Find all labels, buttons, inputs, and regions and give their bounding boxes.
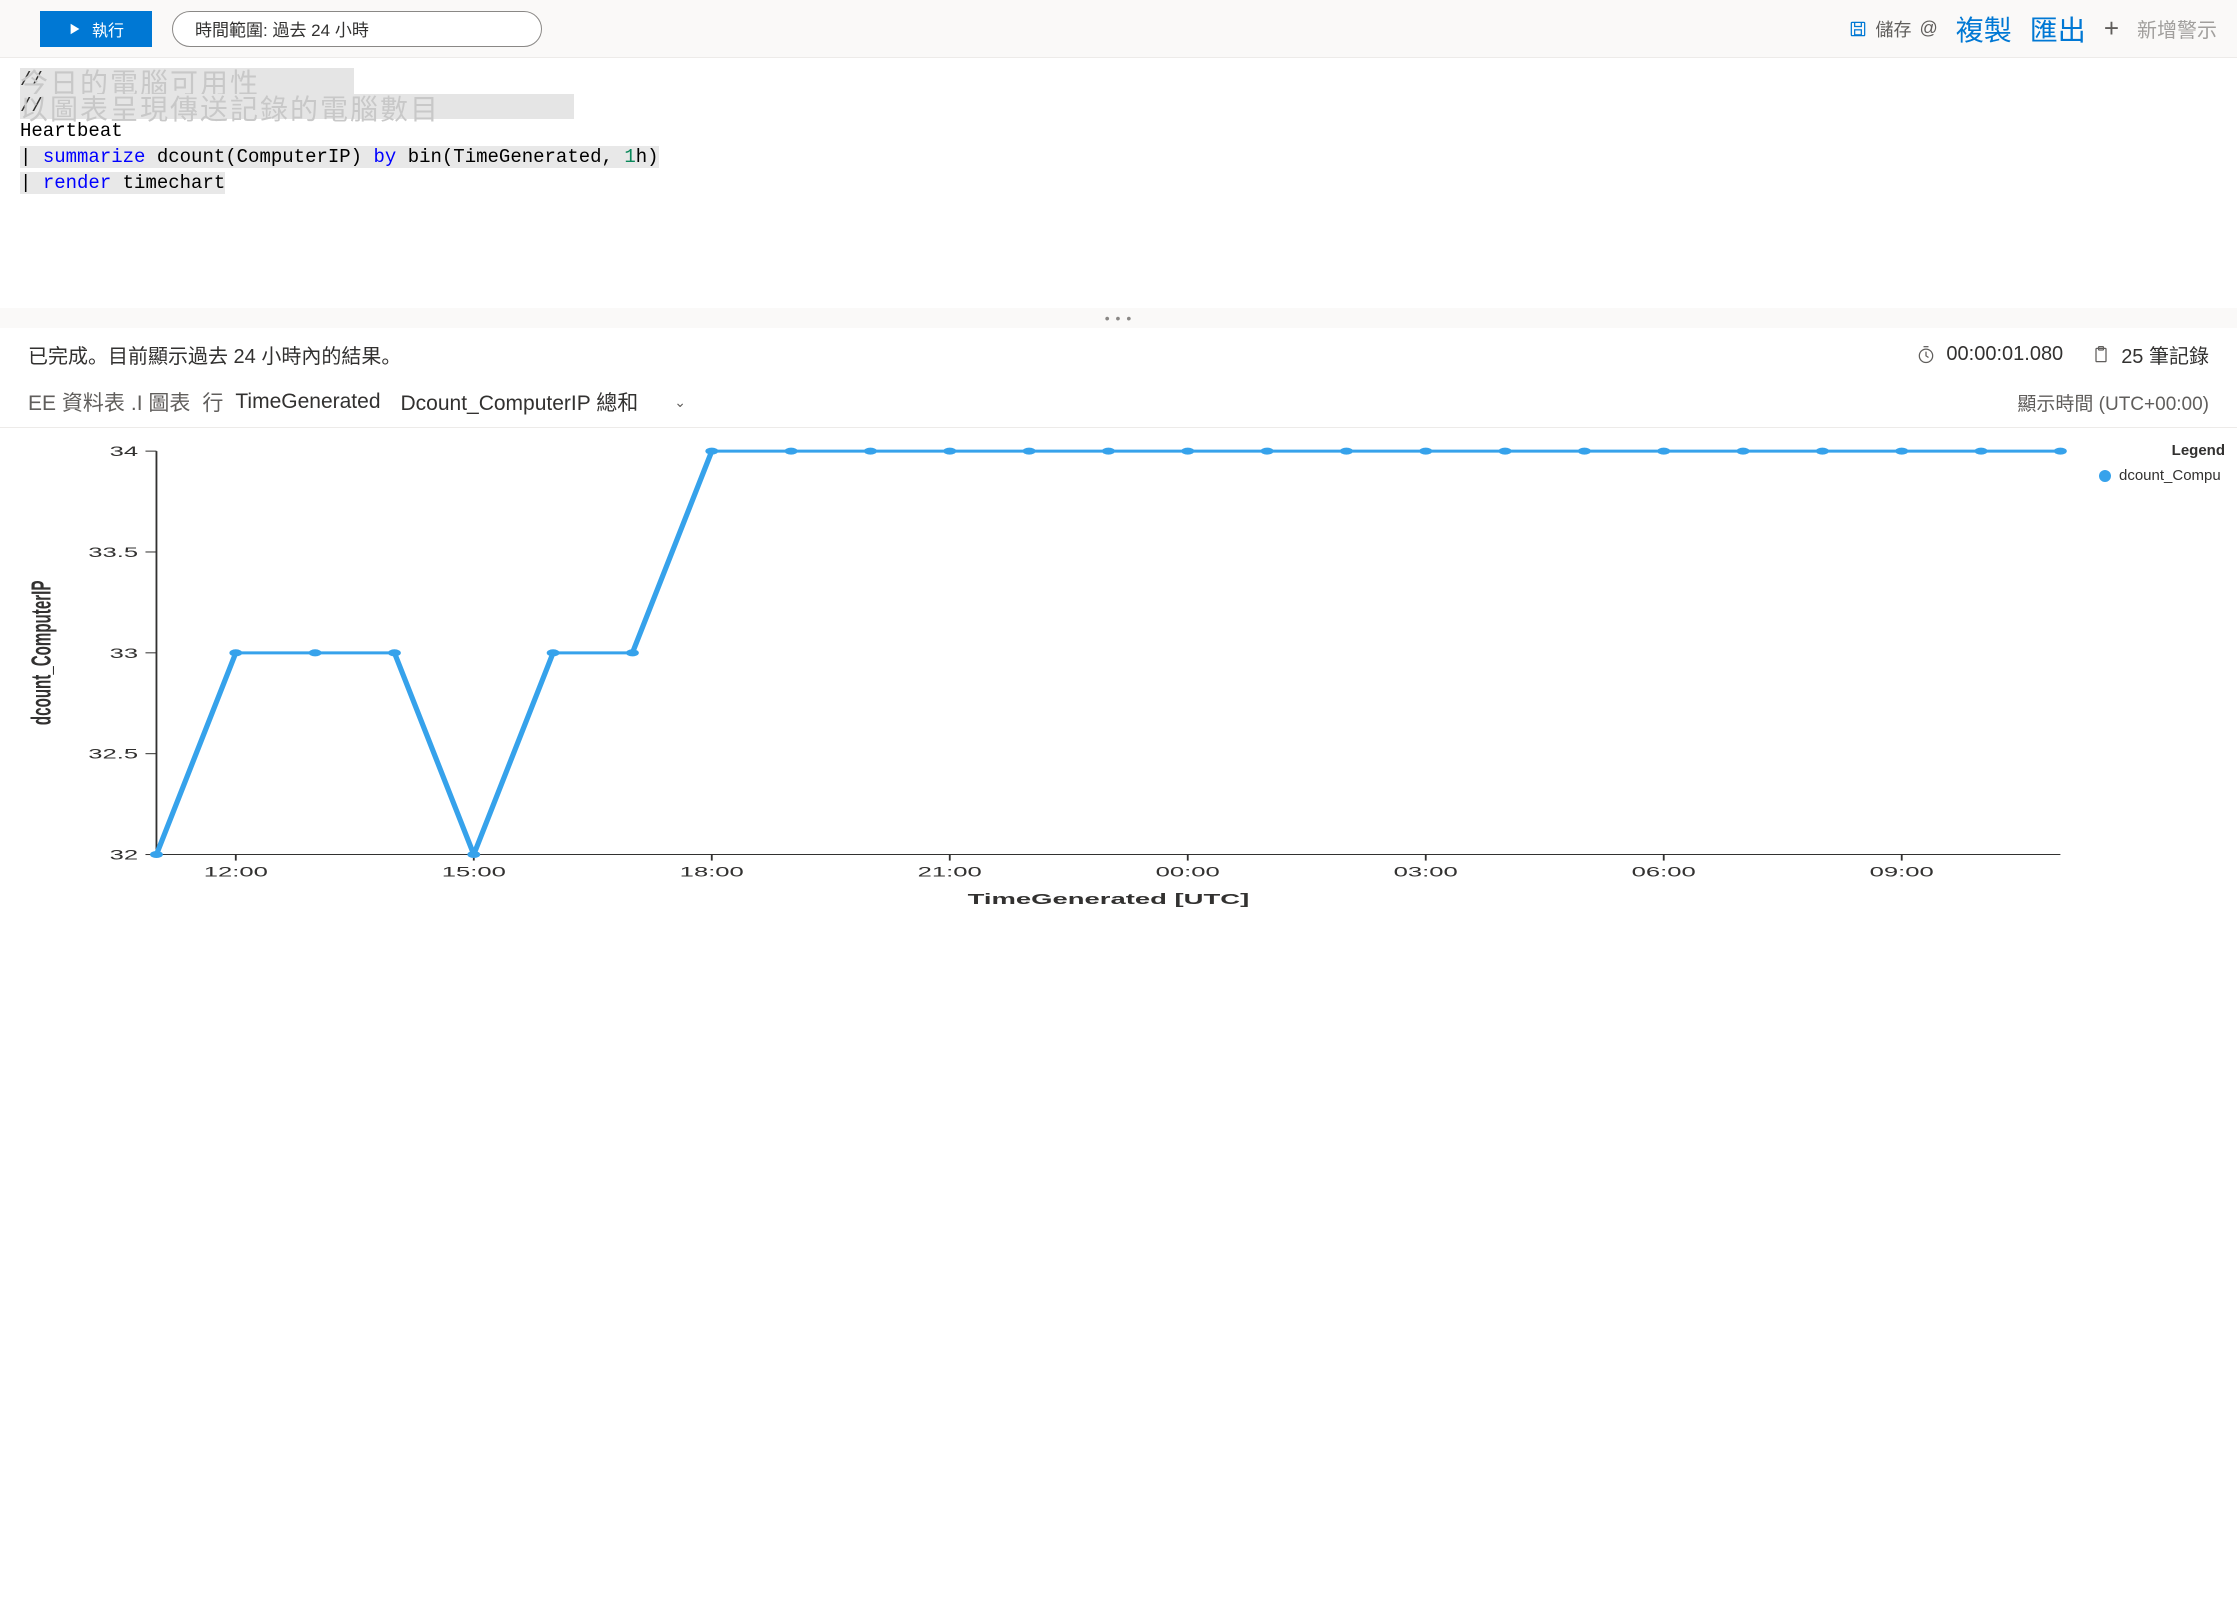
svg-text:34: 34 [110,444,139,460]
chart-area: 32 32.5 33 33.5 34 12:00 15:00 18:00 21:00 00:00 0… [0,428,2237,918]
results-status-bar: 已完成。目前顯示過去 24 小時內的結果。 00:00:01.080 25 筆記… [0,328,2237,381]
svg-text:06:00: 06:00 [1632,864,1696,880]
clipboard-icon [2091,345,2111,365]
timezone-label[interactable]: 顯示時間 (UTC+00:00) [2017,389,2209,416]
time-range-text: 時間範圍: 過去 24 小時 [195,16,369,41]
copy-button[interactable]: 複製 [1956,9,2012,49]
record-count: 25 筆記錄 [2091,340,2209,369]
query-toolbar: 執行 時間範圍: 過去 24 小時 儲存 @ 複製 匯出 + 新增警示 [0,0,2237,58]
save-label: 儲存 [1876,16,1912,42]
add-button[interactable]: + [2104,13,2119,44]
column-1[interactable]: TimeGenerated [235,390,380,414]
svg-text:32: 32 [110,847,139,863]
new-alert-button[interactable]: 新增警示 [2137,14,2217,43]
save-icon [1848,19,1868,39]
save-button[interactable]: 儲存 @ [1848,16,1938,42]
svg-text:21:00: 21:00 [918,864,982,880]
tab-table[interactable]: EE 資料表 [28,387,125,417]
svg-text:33.5: 33.5 [88,545,138,561]
svg-text:12:00: 12:00 [204,864,268,880]
query-editor[interactable]: // 今日的電腦可用性 // 以圖表呈現傳送記錄的電腦數目 Heartbeat … [0,58,2237,308]
code-line: | render timechart [20,171,2217,197]
svg-text:15:00: 15:00 [442,864,506,880]
run-button[interactable]: 執行 [40,11,152,47]
run-label: 執行 [92,17,124,41]
svg-text:03:00: 03:00 [1394,864,1458,880]
code-line: // 以圖表呈現傳送記錄的電腦數目 [20,94,2217,120]
svg-text:09:00: 09:00 [1870,864,1934,880]
svg-text:TimeGenerated [UTC]: TimeGenerated [UTC] [968,890,1250,907]
toolbar-right: 儲存 @ 複製 匯出 + 新增警示 [1848,9,2218,49]
svg-text:00:00: 00:00 [1156,864,1220,880]
column-2[interactable]: Dcount_ComputerIP 總和 [401,387,639,417]
elapsed-value: 00:00:01.080 [1946,343,2063,366]
svg-text:32.5: 32.5 [88,746,138,762]
at-label: @ [1920,18,1938,39]
legend-item[interactable]: dcount_Compu [2099,467,2225,484]
records-value: 25 筆記錄 [2121,340,2209,369]
time-range-picker[interactable]: 時間範圍: 過去 24 小時 [172,11,542,47]
chart-legend: Legend dcount_Compu [2097,436,2227,910]
elapsed-time: 00:00:01.080 [1916,343,2063,366]
status-text: 已完成。目前顯示過去 24 小時內的結果。 [28,340,401,369]
legend-series-label: dcount_Compu [2119,467,2221,484]
svg-text:33: 33 [110,646,139,662]
row-toggle[interactable]: 行 [202,387,223,417]
code-line: // 今日的電腦可用性 [20,68,2217,94]
results-tabs-row: EE 資料表 .I 圖表 行 TimeGenerated Dcount_Comp… [0,381,2237,428]
legend-title: Legend [2099,442,2225,459]
svg-text:18:00: 18:00 [680,864,744,880]
chevron-down-icon[interactable]: ⌄ [674,394,686,411]
chart-plot[interactable]: 32 32.5 33 33.5 34 12:00 15:00 18:00 21:00 00:00 0… [10,436,2097,910]
tab-chart[interactable]: .I 圖表 [131,387,191,417]
code-line: | summarize dcount(ComputerIP) by bin(Ti… [20,145,2217,171]
play-icon [68,22,82,36]
svg-text:dcount_ComputerIP: dcount_ComputerIP [26,580,57,725]
pane-drag-handle[interactable]: • • • [0,308,2237,328]
code-line: Heartbeat [20,119,2217,145]
stopwatch-icon [1916,345,1936,365]
legend-dot-icon [2099,470,2111,482]
export-button[interactable]: 匯出 [2030,9,2086,49]
